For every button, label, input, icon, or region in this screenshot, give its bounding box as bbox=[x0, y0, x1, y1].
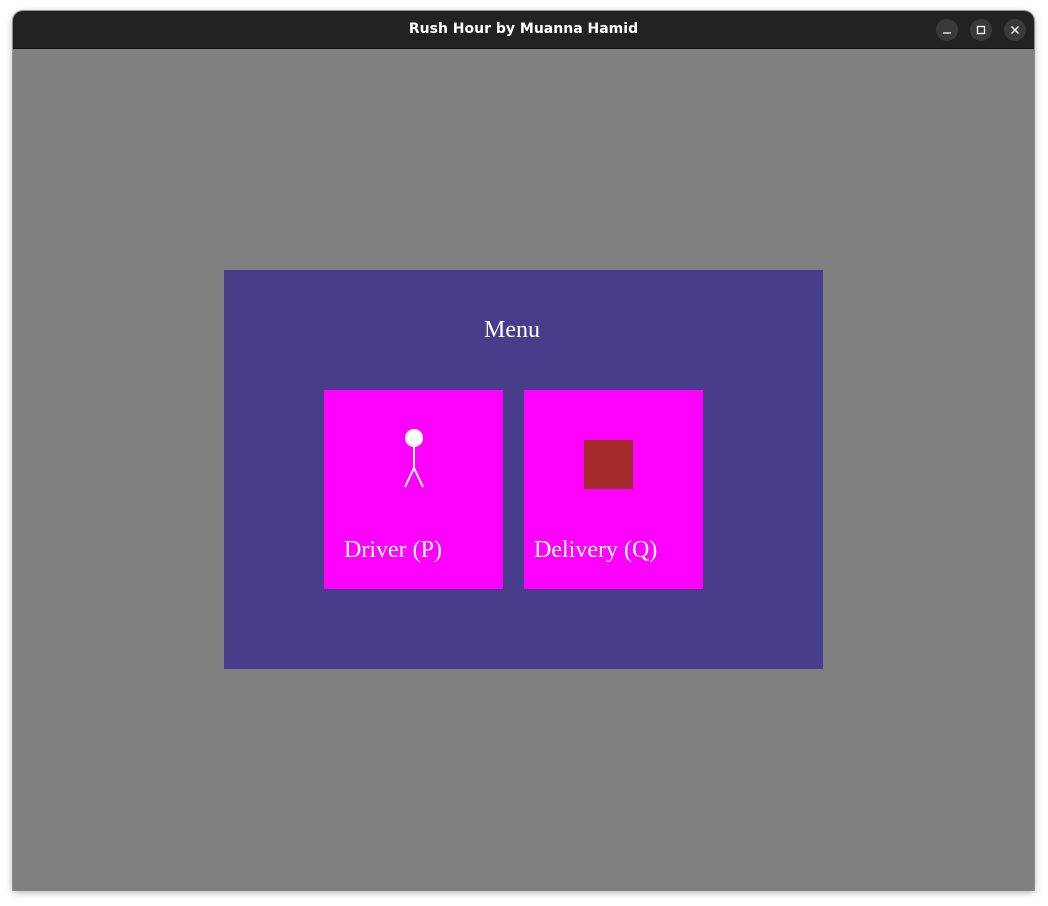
close-icon bbox=[1011, 26, 1019, 34]
delivery-option-label: Delivery (Q) bbox=[534, 537, 658, 563]
minimize-icon bbox=[943, 32, 951, 34]
menu-title: Menu bbox=[484, 317, 540, 343]
title-bar[interactable]: Rush Hour by Muanna Hamid bbox=[13, 11, 1034, 49]
driver-option-button[interactable]: Driver (P) bbox=[324, 390, 503, 589]
menu-panel: Menu Driver (P) Delivery (Q) bbox=[224, 270, 823, 669]
stick-figure-icon bbox=[404, 429, 424, 488]
maximize-icon bbox=[976, 25, 986, 35]
package-icon bbox=[584, 440, 633, 489]
window-title: Rush Hour by Muanna Hamid bbox=[408, 21, 639, 37]
app-window: Rush Hour by Muanna Hamid Menu Driver (P… bbox=[13, 11, 1034, 890]
close-button[interactable] bbox=[1004, 19, 1026, 41]
driver-option-label: Driver (P) bbox=[344, 537, 442, 563]
delivery-option-button[interactable]: Delivery (Q) bbox=[524, 390, 703, 589]
game-canvas[interactable]: Menu Driver (P) Delivery (Q) bbox=[13, 49, 1034, 890]
minimize-button[interactable] bbox=[936, 19, 958, 41]
maximize-button[interactable] bbox=[970, 19, 992, 41]
